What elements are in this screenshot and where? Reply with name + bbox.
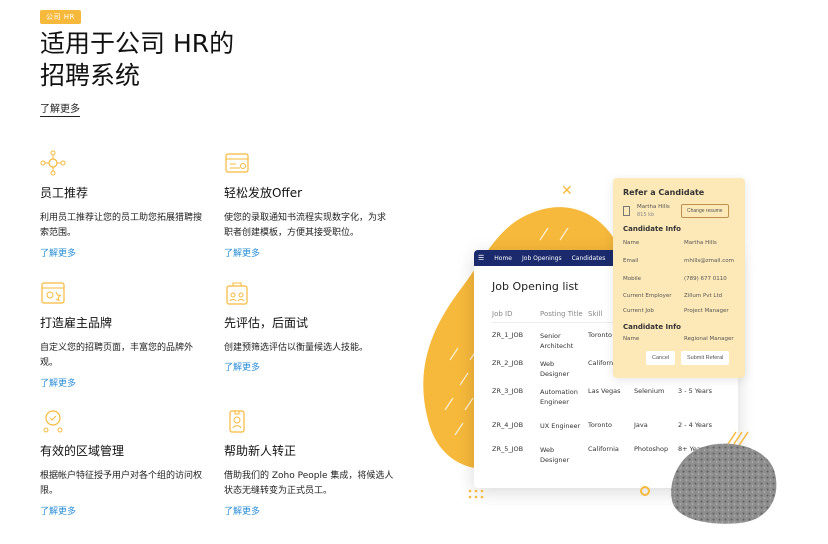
cell-title: Web Designer — [540, 359, 588, 379]
field-label: Email — [623, 258, 639, 264]
field-value[interactable]: Regional Manager — [684, 336, 734, 342]
hero-learn-more-link[interactable]: 了解更多 — [40, 100, 80, 117]
candidate-info-heading: Candidate Info — [623, 225, 681, 233]
hero-tag: 公司 HR — [40, 10, 81, 24]
feature-learn-more-link[interactable]: 了解更多 — [40, 246, 76, 259]
feature-learn-more-link[interactable]: 了解更多 — [224, 360, 260, 373]
cell-title: Automation Engineer — [540, 387, 588, 407]
field-label: Name — [623, 240, 640, 246]
feature-learn-more-link[interactable]: 了解更多 — [224, 504, 260, 517]
feature-learn-more-link[interactable]: 了解更多 — [224, 246, 260, 259]
cell-title-a: Web — [540, 360, 555, 368]
hero-title-line1: 适用于公司 HR的 — [40, 29, 235, 58]
feature-learn-more-link[interactable]: 了解更多 — [40, 504, 76, 517]
refer-title: Refer a Candidate — [623, 188, 705, 197]
nav-home[interactable]: Home — [494, 255, 512, 262]
feature-offer: 轻松发放Offer 使您的录取通知书流程实现数字化，为求职者创建模板，方便其接受… — [224, 150, 394, 259]
decorative-ring — [640, 486, 650, 496]
cell-job-id: ZR_1_JOB — [492, 331, 524, 339]
cell-job-id: ZR_5_JOB — [492, 445, 524, 453]
feature-employee-referral: 员工推荐 利用员工推荐让您的员工助您拓展猎聘搜索范围。 了解更多 — [40, 150, 210, 259]
field-label: Current Employer — [623, 293, 672, 299]
feature-title: 轻松发放Offer — [224, 186, 303, 200]
cell-title-b: Designer — [540, 370, 570, 378]
field-label: Mobile — [623, 276, 642, 282]
feature-desc: 根据帐户特征授予用户对各个组的访问权限。 — [40, 471, 203, 496]
feature-title: 有效的区域管理 — [40, 444, 125, 458]
feature-territory-management: 有效的区域管理 根据帐户特征授予用户对各个组的访问权限。 了解更多 — [40, 408, 210, 517]
hero-title-line2: 招聘系统 — [40, 61, 141, 90]
cell-title: Web Designer — [540, 445, 588, 465]
field-value[interactable]: Project Manager — [684, 308, 729, 314]
candidate-info-heading: Candidate Info — [623, 323, 681, 331]
employer-brand-icon — [41, 282, 65, 304]
cancel-button[interactable]: Cancel — [646, 351, 676, 365]
cell-title: Senior Architecht — [540, 331, 588, 351]
field-label: Name — [623, 336, 640, 342]
feature-title: 打造雇主品牌 — [40, 316, 113, 330]
nav-job-openings[interactable]: Job Openings — [522, 255, 562, 262]
feature-title: 先评估，后面试 — [224, 316, 309, 330]
refer-candidate-panel: Refer a Candidate Martha Hills 815 kb Ch… — [613, 178, 745, 378]
col-job-id: Job ID — [492, 309, 513, 318]
feature-desc: 利用员工推荐让您的员工助您拓展猎聘搜索范围。 — [40, 213, 203, 238]
feature-desc: 创建预筛选评估以衡量候选人技能。 — [224, 343, 369, 353]
feature-title: 员工推荐 — [40, 186, 89, 200]
field-label: Current Job — [623, 308, 654, 314]
cell-title-b: Engineer — [540, 398, 569, 406]
table-row[interactable]: ZR_3_JOB Automation Engineer Las Vegas Se… — [492, 379, 732, 407]
feature-assessment: 先评估，后面试 创建预筛选评估以衡量候选人技能。 了解更多 — [224, 280, 394, 373]
field-value[interactable]: Zillum Pvt Ltd — [684, 293, 722, 299]
cell-skill: Selenium — [634, 387, 665, 395]
hero-title: 适用于公司 HR的 招聘系统 — [40, 28, 300, 92]
resume-file-size: 815 kb — [637, 212, 655, 218]
territory-management-icon — [43, 410, 63, 433]
feature-learn-more-link[interactable]: 了解更多 — [40, 376, 76, 389]
decorative-x-mark: ✕ — [561, 183, 573, 199]
cell-title-a: Automation — [540, 388, 578, 396]
cell-location: California — [588, 445, 619, 453]
cell-skill: Java — [634, 421, 648, 429]
cell-title: UX Engineer — [540, 421, 588, 431]
decorative-dots — [468, 489, 484, 499]
cell-experience: 2 - 4 Years — [678, 421, 712, 429]
field-value[interactable]: mhills@zmail.com — [684, 258, 734, 264]
table-row[interactable]: ZR_4_JOB UX Engineer Toronto Java 2 - 4 … — [492, 407, 732, 431]
resume-file-name: Martha Hills — [637, 204, 670, 210]
cell-title-b: Designer — [540, 456, 570, 464]
feature-onboarding: 帮助新人转正 借助我们的 Zoho People 集成，将候选人状态无缝转变为正… — [224, 408, 394, 517]
field-value[interactable]: (789) 677 0110 — [684, 276, 727, 282]
employee-badge-icon — [229, 410, 245, 433]
change-resume-button[interactable]: Change resume — [681, 204, 729, 218]
submit-referral-button[interactable]: Submit Referal — [681, 351, 730, 365]
cell-title-a: UX Engineer — [540, 422, 581, 430]
feature-desc: 借助我们的 Zoho People 集成，将候选人状态无缝转变为正式员工。 — [224, 471, 394, 496]
cell-location: Toronto — [588, 421, 612, 429]
offer-letter-icon — [225, 153, 249, 173]
cell-job-id: ZR_4_JOB — [492, 421, 524, 429]
feature-title: 帮助新人转正 — [224, 444, 297, 458]
assessment-icon — [226, 282, 248, 305]
cell-title-a: Web — [540, 446, 555, 454]
cell-job-id: ZR_2_JOB — [492, 359, 524, 367]
cell-job-id: ZR_3_JOB — [492, 387, 524, 395]
cell-experience: 3 - 5 Years — [678, 387, 712, 395]
decorative-rock — [671, 443, 777, 524]
feature-desc: 使您的录取通知书流程实现数字化，为求职者创建模板，方便其接受职位。 — [224, 213, 387, 238]
file-icon — [623, 206, 630, 216]
feature-employer-brand: 打造雇主品牌 自定义您的招聘页面，丰富您的品牌外观。 了解更多 — [40, 280, 210, 389]
feature-desc: 自定义您的招聘页面，丰富您的品牌外观。 — [40, 343, 194, 368]
cell-title-b: Architecht — [540, 342, 574, 350]
referral-network-icon — [40, 150, 66, 176]
cell-location: Las Vegas — [588, 387, 621, 395]
hamburger-menu-icon[interactable]: ☰ — [478, 254, 484, 262]
nav-candidates[interactable]: Candidates — [572, 255, 606, 262]
job-list-title: Job Opening list — [492, 280, 579, 293]
cell-title-a: Senior — [540, 332, 561, 340]
col-posting-title: Posting Title — [540, 309, 583, 318]
field-value[interactable]: Martha Hills — [684, 240, 717, 246]
